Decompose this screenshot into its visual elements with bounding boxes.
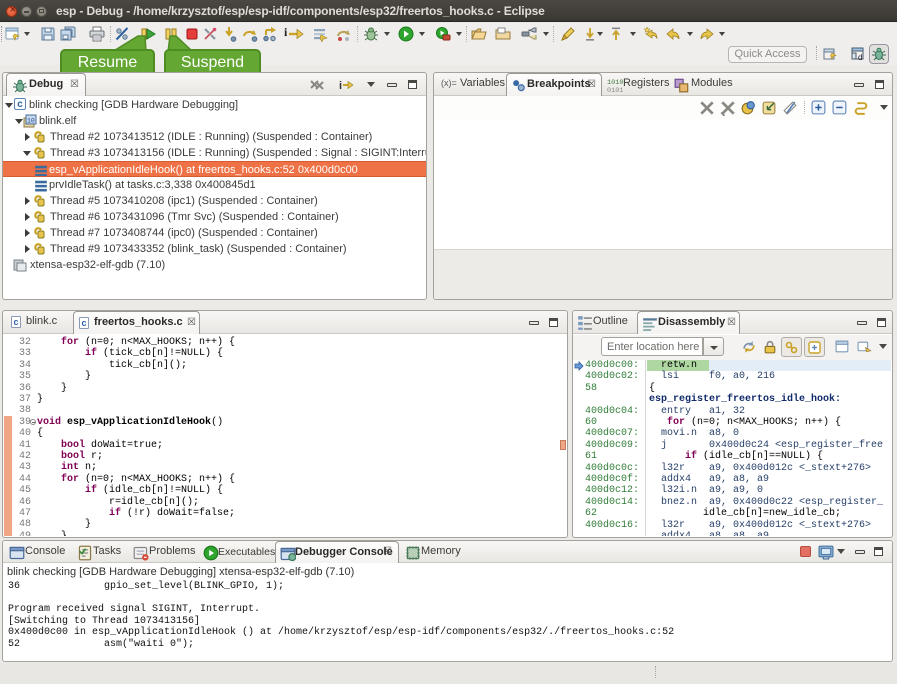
svg-text:0101: 0101 — [607, 87, 623, 93]
svg-text:10: 10 — [27, 118, 35, 125]
svg-text:d: d — [858, 53, 862, 62]
svg-text:i: i — [339, 80, 342, 92]
svg-text:1010: 1010 — [607, 79, 623, 87]
